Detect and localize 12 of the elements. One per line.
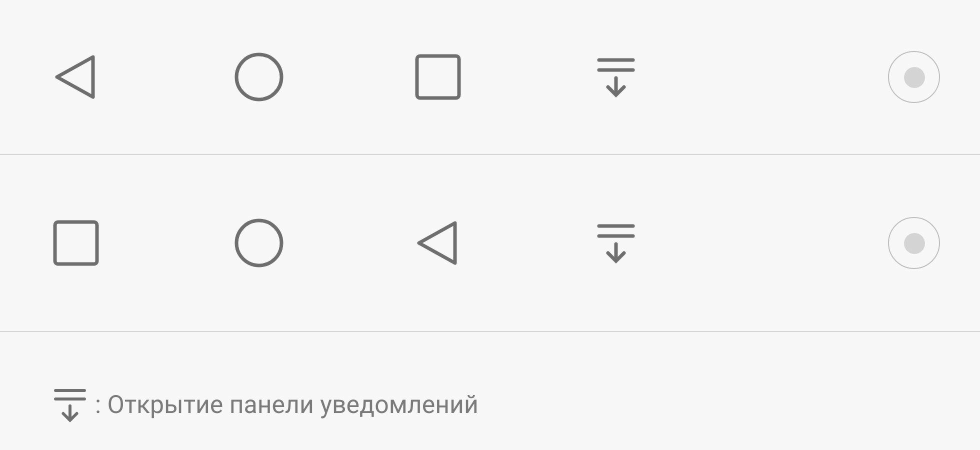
legend-text: : Открытие панели уведомлений bbox=[95, 390, 478, 420]
recent-apps-icon bbox=[53, 220, 99, 266]
home-icon bbox=[234, 218, 284, 268]
radio-button[interactable] bbox=[888, 217, 940, 269]
pull-down-icon bbox=[596, 56, 636, 98]
home-icon bbox=[234, 52, 284, 102]
radio-button[interactable] bbox=[888, 51, 940, 103]
pull-down-icon bbox=[596, 222, 636, 264]
pull-down-icon bbox=[53, 388, 87, 423]
recent-apps-icon bbox=[415, 54, 461, 100]
back-icon bbox=[415, 219, 459, 267]
back-icon bbox=[53, 53, 97, 101]
